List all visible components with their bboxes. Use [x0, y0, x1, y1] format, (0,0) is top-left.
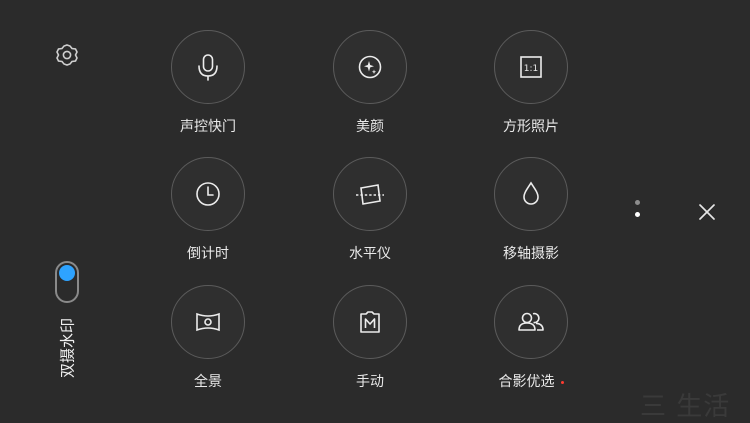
square-ratio-icon: 1:1 — [520, 56, 542, 78]
mode-manual[interactable]: 手动 — [310, 285, 430, 391]
mode-level[interactable]: 水平仪 — [310, 157, 430, 263]
mode-circle[interactable] — [333, 285, 407, 359]
new-badge-dot — [560, 380, 564, 384]
mode-square-photo[interactable]: 1:1 方形照片 — [471, 30, 591, 136]
mode-circle[interactable] — [171, 30, 245, 104]
close-icon — [699, 204, 715, 220]
mode-circle[interactable] — [171, 285, 245, 359]
mode-circle[interactable]: 1:1 — [494, 30, 568, 104]
sparkle-icon — [358, 55, 382, 79]
drop-icon — [523, 181, 539, 205]
mode-timer[interactable]: 倒计时 — [148, 157, 268, 263]
mode-label: 合影优选 — [471, 371, 591, 391]
people-icon — [518, 312, 544, 331]
mode-label: 倒计时 — [187, 246, 229, 262]
mode-circle[interactable] — [171, 157, 245, 231]
mode-label: 方形照片 — [503, 119, 559, 135]
mode-circle[interactable] — [333, 157, 407, 231]
mode-tilt-shift[interactable]: 移轴摄影 — [471, 157, 591, 263]
mode-group-photo[interactable]: 合影优选 — [471, 285, 591, 391]
mode-panorama[interactable]: 全景 — [148, 285, 268, 391]
page-indicator — [633, 200, 641, 226]
microphone-icon — [198, 54, 218, 81]
mode-label: 水平仪 — [349, 246, 391, 262]
mode-label: 手动 — [356, 374, 384, 390]
mode-label: 移轴摄影 — [503, 246, 559, 262]
page-dot-inactive — [634, 200, 640, 205]
mode-label: 美颜 — [356, 119, 384, 135]
mode-label: 声控快门 — [180, 119, 236, 135]
mode-label-text: 合影优选 — [498, 374, 555, 390]
mode-beauty[interactable]: 美颜 — [310, 30, 430, 136]
level-icon — [356, 184, 384, 205]
mode-voice-shutter[interactable]: 声控快门 — [148, 30, 268, 136]
mode-label: 全景 — [194, 374, 222, 390]
ratio-text: 1:1 — [524, 64, 538, 74]
page-dot-active — [634, 212, 640, 217]
close-button[interactable] — [696, 201, 718, 223]
mode-circle[interactable] — [494, 157, 568, 231]
panorama-icon — [196, 312, 220, 332]
watermark: 三 生活 — [640, 392, 731, 422]
clock-icon — [196, 182, 220, 206]
mode-circle[interactable] — [333, 30, 407, 104]
mode-circle[interactable] — [494, 285, 568, 359]
manual-icon — [360, 311, 380, 333]
